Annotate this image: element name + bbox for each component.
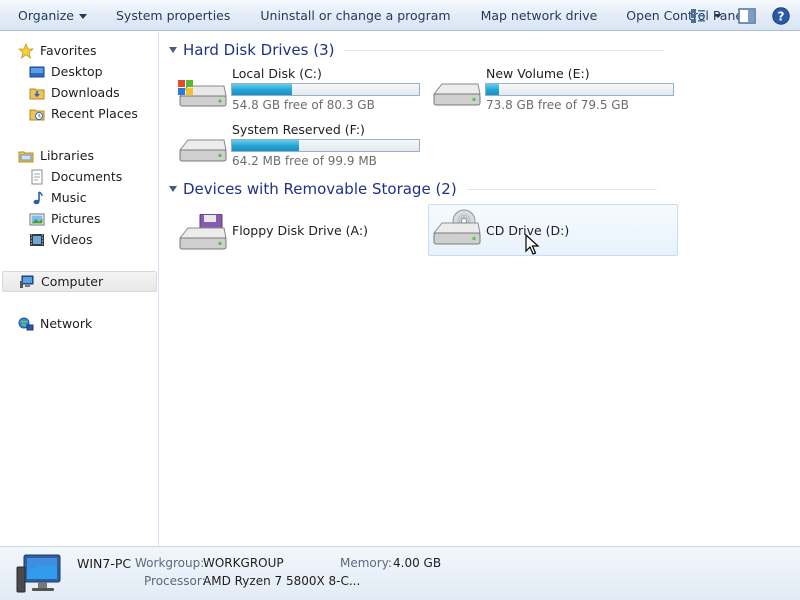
collapse-arrow-icon: [169, 47, 177, 53]
star-icon: [17, 42, 35, 59]
collapse-arrow-icon: [169, 186, 177, 192]
drive-local-disk-c[interactable]: Local Disk (C:) 54.8 GB free of 80.3 GB: [178, 66, 428, 118]
view-options-icon[interactable]: [690, 5, 724, 27]
sidebar-item-computer[interactable]: Computer: [2, 271, 157, 292]
cd-drive-icon: [432, 209, 482, 249]
drive-free-space: 64.2 MB free of 99.9 MB: [232, 154, 377, 168]
computer-name: WIN7-PC: [77, 556, 132, 571]
drive-floppy-a[interactable]: Floppy Disk Drive (A:): [178, 208, 428, 260]
sidebar-item-label: Music: [51, 190, 87, 205]
workgroup-value: WORKGROUP: [203, 556, 284, 570]
processor-label: Processor:: [144, 574, 206, 588]
content-pane: Hard Disk Drives (3) Local Disk (C:) 54.…: [160, 32, 800, 546]
sidebar-item-label: Favorites: [40, 43, 97, 58]
hard-drive-icon: [178, 128, 228, 168]
command-bar: Organize System properties Uninstall or …: [0, 0, 800, 31]
group-divider: [344, 49, 665, 51]
sidebar-item-label: Pictures: [51, 211, 101, 226]
recent-places-icon: [29, 106, 45, 122]
drive-usage-bar: [231, 139, 420, 152]
processor-value: AMD Ryzen 7 5800X 8-C...: [203, 574, 361, 588]
computer-icon: [19, 274, 35, 290]
organize-menu-button[interactable]: Organize: [10, 0, 95, 31]
desktop-icon: [29, 64, 45, 80]
drive-usage-bar: [485, 83, 674, 96]
help-icon[interactable]: ?: [770, 5, 792, 27]
downloads-folder-icon: [29, 85, 45, 101]
group-title: Devices with Removable Storage (2): [183, 180, 457, 198]
videos-film-icon: [29, 232, 45, 248]
sidebar-item-label: Computer: [41, 274, 104, 289]
sidebar-item-network[interactable]: Network: [18, 313, 175, 334]
music-note-icon: [29, 190, 45, 206]
drive-name: System Reserved (F:): [232, 122, 365, 137]
drive-name: Local Disk (C:): [232, 66, 322, 81]
mouse-cursor-icon: [525, 234, 539, 255]
documents-icon: [29, 169, 45, 185]
drive-name: Floppy Disk Drive (A:): [232, 223, 368, 238]
sidebar-item-label: Downloads: [51, 85, 120, 100]
preview-pane-icon[interactable]: [736, 5, 758, 27]
sidebar-item-favorites[interactable]: Favorites: [17, 40, 175, 61]
sidebar-item-label: Libraries: [40, 148, 94, 163]
memory-label: Memory:: [340, 556, 392, 570]
computer-monitor-icon: [16, 553, 64, 595]
windows-hard-drive-icon: [178, 72, 228, 112]
drive-system-reserved-f[interactable]: System Reserved (F:) 64.2 MB free of 99.…: [178, 122, 428, 174]
group-header-hard-disk-drives[interactable]: Hard Disk Drives (3): [169, 40, 665, 60]
pictures-icon: [29, 211, 45, 227]
svg-text:?: ?: [778, 9, 785, 23]
memory-value: 4.00 GB: [393, 556, 442, 570]
drive-name: New Volume (E:): [486, 66, 590, 81]
drive-usage-fill: [232, 84, 292, 95]
details-pane: WIN7-PC Workgroup: WORKGROUP Memory: 4.0…: [0, 546, 800, 600]
sidebar-item-label: Desktop: [51, 64, 103, 79]
drive-usage-fill: [486, 84, 500, 95]
network-globe-icon: [18, 316, 34, 332]
floppy-drive-icon: [178, 213, 228, 254]
drive-free-space: 73.8 GB free of 79.5 GB: [486, 98, 629, 112]
libraries-icon: [18, 148, 34, 164]
sidebar-item-libraries[interactable]: Libraries: [18, 145, 175, 166]
drive-new-volume-e[interactable]: New Volume (E:) 73.8 GB free of 79.5 GB: [432, 66, 682, 118]
drive-usage-bar: [231, 83, 420, 96]
workgroup-label: Workgroup:: [135, 556, 205, 570]
group-header-removable-storage[interactable]: Devices with Removable Storage (2): [169, 179, 657, 199]
sidebar-item-label: Documents: [51, 169, 123, 184]
chevron-down-icon: [79, 13, 87, 19]
drive-usage-fill: [232, 140, 300, 151]
group-title: Hard Disk Drives (3): [183, 41, 335, 59]
sidebar-item-label: Recent Places: [51, 106, 138, 121]
map-network-drive-button[interactable]: Map network drive: [473, 0, 606, 31]
drive-cd-d[interactable]: CD Drive (D:): [428, 204, 678, 256]
group-divider: [466, 188, 657, 190]
uninstall-program-button[interactable]: Uninstall or change a program: [252, 0, 458, 31]
organize-label: Organize: [18, 7, 74, 23]
system-properties-button[interactable]: System properties: [108, 0, 238, 31]
sidebar-item-label: Videos: [51, 232, 93, 247]
sidebar-item-label: Network: [40, 316, 93, 331]
navigation-pane: Favorites Desktop Downloads Recent Place…: [0, 32, 159, 546]
drive-free-space: 54.8 GB free of 80.3 GB: [232, 98, 375, 112]
hard-drive-icon: [432, 72, 482, 112]
